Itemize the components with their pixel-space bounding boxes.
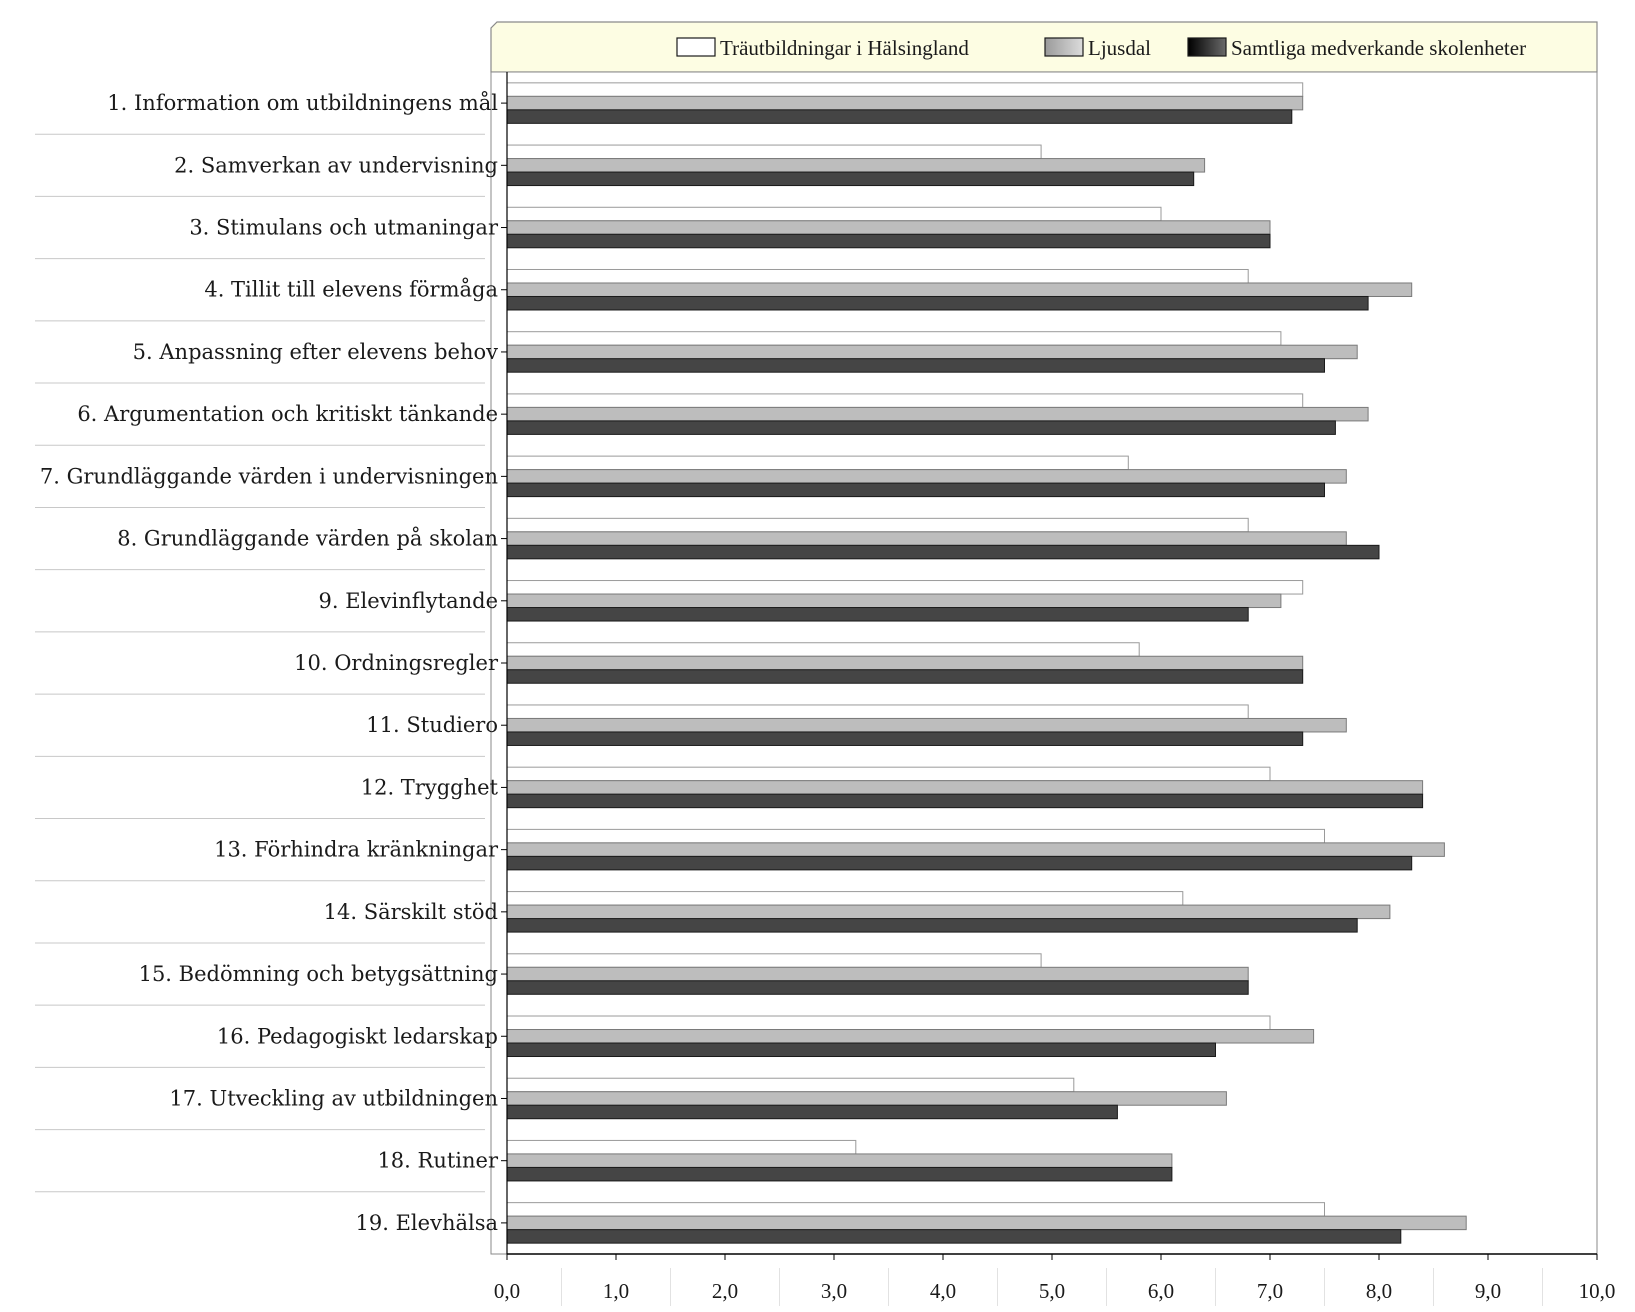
bar-samtliga — [506, 1229, 1402, 1244]
bar-ljusdal — [506, 531, 1347, 546]
bar-traeutbildningar — [506, 268, 1249, 284]
bar-ljusdal — [506, 966, 1249, 982]
bar-samtliga — [506, 793, 1424, 809]
category-label: 16. Pedagogiskt ledarskap — [217, 1024, 498, 1048]
category-label: 14. Särskilt stöd — [324, 900, 498, 924]
bar-ljusdal — [506, 95, 1304, 111]
category-label: 3. Stimulans och utmaningar — [189, 216, 499, 240]
bar-ljusdal — [506, 158, 1206, 173]
bar-traeutbildningar — [506, 82, 1304, 97]
x-tick-label: 4,0 — [930, 1279, 956, 1303]
category-label: 10. Ordningsregler — [294, 651, 499, 675]
x-tick-label: 9,0 — [1475, 1279, 1501, 1303]
bar-ljusdal — [506, 1153, 1173, 1168]
bar-samtliga — [506, 980, 1249, 995]
bar-traeutbildningar — [506, 393, 1304, 408]
x-tick-label: 6,0 — [1148, 1279, 1174, 1303]
category-label: 18. Rutiner — [377, 1149, 499, 1173]
legend-label: Träutbildningar i Hälsingland — [720, 36, 969, 60]
bar-ljusdal — [506, 1215, 1467, 1231]
bar-ljusdal — [506, 842, 1445, 857]
legend-label: Ljusdal — [1088, 36, 1151, 60]
bar-ljusdal — [506, 1091, 1227, 1106]
bar-traeutbildningar — [506, 642, 1140, 657]
bar-ljusdal — [506, 655, 1304, 671]
category-label: 17. Utveckling av utbildningen — [169, 1086, 498, 1110]
category-label: 7. Grundläggande värden i undervisningen — [40, 464, 498, 488]
bar-samtliga — [506, 109, 1293, 124]
x-tick-label: 1,0 — [603, 1279, 629, 1303]
category-label: 12. Trygghet — [361, 775, 499, 799]
bar-traeutbildningar — [506, 891, 1184, 906]
x-tick-label: 5,0 — [1039, 1279, 1065, 1303]
bar-traeutbildningar — [506, 1077, 1075, 1093]
legend-swatch — [1044, 37, 1084, 57]
category-label: 9. Elevinflytande — [318, 589, 498, 613]
legend-swatch — [676, 37, 716, 57]
bar-samtliga — [506, 233, 1271, 249]
x-tick-label: 2,0 — [712, 1279, 738, 1303]
bar-traeutbildningar — [506, 331, 1282, 346]
bar-traeutbildningar — [506, 144, 1042, 160]
category-label: 5. Anpassning efter elevens behov — [133, 340, 498, 364]
bar-ljusdal — [506, 344, 1358, 360]
legend-swatch — [1187, 37, 1227, 57]
bar-samtliga — [506, 1166, 1173, 1182]
category-label: 6. Argumentation och kritiskt tänkande — [77, 402, 498, 426]
bar-traeutbildningar — [506, 828, 1325, 844]
bar-samtliga — [506, 482, 1325, 498]
bar-traeutbildningar — [506, 1015, 1271, 1031]
category-label: 1. Information om utbildningens mål — [107, 91, 498, 115]
bar-traeutbildningar — [506, 206, 1162, 222]
bar-traeutbildningar — [506, 766, 1271, 782]
bar-ljusdal — [506, 717, 1347, 733]
bar-traeutbildningar — [506, 953, 1042, 968]
bar-ljusdal — [506, 220, 1271, 235]
bar-ljusdal — [506, 593, 1282, 609]
bar-ljusdal — [506, 282, 1413, 297]
category-label: 15. Bedömning och betygsättning — [139, 962, 498, 986]
bar-samtliga — [506, 1042, 1216, 1058]
bar-samtliga — [506, 171, 1195, 187]
category-label: 8. Grundläggande värden på skolan — [117, 527, 498, 551]
bar-traeutbildningar — [506, 517, 1249, 533]
bar-traeutbildningar — [506, 455, 1129, 471]
bar-ljusdal — [506, 406, 1369, 422]
x-tick-label: 8,0 — [1366, 1279, 1392, 1303]
category-label: 19. Elevhälsa — [356, 1211, 498, 1235]
category-labels: 1. Information om utbildningens mål 2. Sa… — [40, 91, 507, 1235]
bar-ljusdal — [506, 1029, 1315, 1044]
category-label: 4. Tillit till elevens förmåga — [204, 278, 498, 302]
category-label: 11. Studiero — [366, 713, 498, 737]
x-axis-ticks: 0,0 1,0 2,0 3,0 4,0 5,0 6,0 7,0 8,0 9,0 10,0 — [494, 1254, 1616, 1306]
bar-ljusdal — [506, 904, 1391, 920]
bar-chart: Träutbildningar i Hälsingland Ljusdal Samt… — [35, 21, 1616, 1306]
bar-ljusdal — [506, 780, 1424, 795]
bar-traeutbildningar — [506, 704, 1249, 719]
legend-label: Samtliga medverkande skolenheter — [1231, 36, 1526, 60]
bar-samtliga — [506, 295, 1369, 311]
category-label: 2. Samverkan av undervisning — [174, 153, 498, 177]
bar-traeutbildningar — [506, 1202, 1325, 1217]
bar-samtliga — [506, 1104, 1118, 1120]
bar-traeutbildningar — [506, 1139, 857, 1155]
bar-ljusdal — [506, 469, 1347, 484]
x-tick-label: 7,0 — [1257, 1279, 1283, 1303]
bar-samtliga — [506, 607, 1249, 622]
bar-samtliga — [506, 420, 1336, 435]
bar-samtliga — [506, 358, 1325, 373]
bar-samtliga — [506, 669, 1304, 684]
bar-samtliga — [506, 855, 1413, 871]
category-label: 13. Förhindra kränkningar — [214, 838, 499, 862]
bar-samtliga — [506, 544, 1380, 560]
x-tick-label: 10,0 — [1579, 1279, 1616, 1303]
x-tick-label: 3,0 — [821, 1279, 847, 1303]
bar-traeutbildningar — [506, 580, 1304, 595]
x-tick-label: 0,0 — [494, 1279, 520, 1303]
bar-samtliga — [506, 918, 1358, 933]
legend: Träutbildningar i Hälsingland Ljusdal Samt… — [490, 21, 1598, 73]
bar-samtliga — [506, 731, 1304, 746]
